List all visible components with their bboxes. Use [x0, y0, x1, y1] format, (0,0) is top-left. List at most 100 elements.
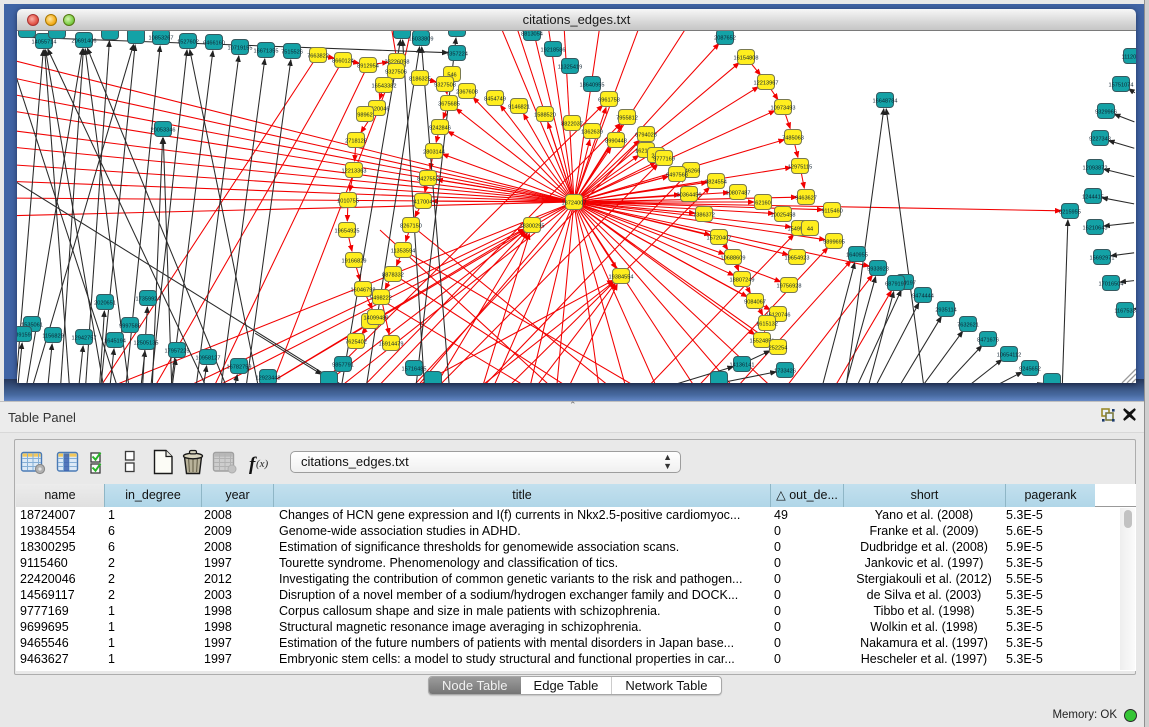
svg-text:2367608: 2367608: [456, 90, 478, 96]
svg-text:11353594: 11353594: [391, 249, 415, 255]
svg-text:12942757: 12942757: [72, 336, 97, 342]
svg-text:9474444: 9474444: [912, 294, 934, 300]
svg-text:(x): (x): [256, 458, 269, 470]
svg-text:18724007: 18724007: [562, 201, 587, 207]
svg-text:10973493: 10973493: [771, 106, 796, 112]
svg-text:16210643: 16210643: [1083, 226, 1108, 232]
svg-text:8471676: 8471676: [977, 338, 999, 344]
svg-text:1244415: 1244415: [1082, 195, 1104, 201]
svg-text:1588520: 1588520: [534, 113, 556, 119]
svg-text:19166829: 19166829: [342, 259, 367, 265]
svg-text:98962: 98962: [357, 113, 373, 119]
svg-text:1156829: 1156829: [42, 334, 63, 340]
svg-text:17359924: 17359924: [136, 297, 161, 303]
svg-text:14055714: 14055714: [32, 40, 57, 46]
svg-text:8427552: 8427552: [417, 177, 439, 183]
svg-text:5933923: 5933923: [867, 267, 889, 273]
svg-text:12213967: 12213967: [754, 81, 779, 87]
svg-text:1733426: 1733426: [774, 369, 796, 375]
svg-text:18300295: 18300295: [520, 224, 545, 230]
svg-text:2087652: 2087652: [714, 36, 736, 42]
svg-text:3824554: 3824554: [705, 180, 727, 186]
svg-text:1645194: 1645194: [104, 339, 126, 345]
svg-text:11325419: 11325419: [558, 65, 582, 71]
svg-text:39159: 39159: [17, 333, 31, 339]
svg-text:12213363: 12213363: [342, 169, 367, 175]
svg-text:5498222: 5498222: [370, 296, 392, 302]
svg-text:1362639: 1362639: [581, 130, 603, 136]
svg-text:19384554: 19384554: [609, 275, 634, 281]
svg-text:7632621: 7632621: [957, 323, 979, 329]
svg-text:9242846: 9242846: [429, 126, 451, 132]
svg-text:10807487: 10807487: [726, 191, 751, 197]
svg-text:16648784: 16648784: [873, 99, 898, 105]
svg-text:8267150: 8267150: [400, 224, 422, 230]
svg-text:10025458: 10025458: [771, 213, 796, 219]
svg-text:7485063: 7485063: [782, 136, 804, 142]
svg-text:252254: 252254: [769, 346, 788, 352]
svg-text:417004: 417004: [414, 200, 433, 206]
svg-text:8660124: 8660124: [332, 59, 354, 65]
svg-text:12093872: 12093872: [1083, 166, 1108, 172]
svg-text:7955812: 7955812: [616, 116, 638, 122]
svg-text:62160: 62160: [755, 201, 771, 207]
svg-text:7663822: 7663822: [307, 54, 329, 60]
svg-text:14136141: 14136141: [730, 363, 755, 369]
svg-text:9146821: 9146821: [508, 105, 530, 111]
svg-text:9463627: 9463627: [795, 196, 817, 202]
svg-text:15692971: 15692971: [1090, 256, 1115, 262]
svg-text:2020651: 2020651: [94, 301, 116, 307]
svg-text:10958127: 10958127: [196, 356, 221, 362]
svg-text:17957225: 17957225: [165, 349, 190, 355]
svg-text:17016504: 17016504: [1099, 282, 1124, 288]
svg-text:9084067: 9084067: [744, 300, 766, 306]
svg-text:15720407: 15720407: [707, 236, 732, 242]
svg-text:2718126: 2718126: [345, 139, 367, 145]
svg-text:1112047: 1112047: [1122, 55, 1136, 61]
svg-text:8215955: 8215955: [1059, 210, 1081, 216]
svg-text:9115460: 9115460: [821, 209, 842, 215]
svg-text:1010755: 1010755: [337, 199, 359, 205]
svg-text:1527602: 1527602: [177, 40, 199, 46]
svg-text:15751074: 15751074: [1109, 83, 1134, 89]
svg-text:6497568: 6497568: [666, 173, 688, 179]
svg-text:18807249: 18807249: [730, 278, 755, 284]
svg-text:8813054: 8813054: [521, 32, 543, 38]
svg-text:1615132: 1615132: [756, 322, 778, 328]
svg-text:9327508: 9327508: [434, 83, 456, 89]
svg-text:8990448: 8990448: [605, 139, 627, 145]
svg-text:16543382: 16543382: [372, 84, 397, 90]
svg-text:7357224: 7357224: [446, 52, 468, 58]
svg-text:7515526: 7515526: [281, 50, 303, 56]
svg-text:16782759: 16782759: [227, 365, 252, 371]
svg-text:9997586: 9997586: [119, 324, 141, 330]
svg-text:8454749: 8454749: [484, 97, 506, 103]
svg-text:9899695: 9899695: [823, 240, 845, 246]
svg-text:10853267: 10853267: [149, 36, 174, 42]
svg-text:6961758: 6961758: [598, 98, 620, 104]
svg-text:9245652: 9245652: [1019, 367, 1041, 373]
svg-text:6466160: 6466160: [203, 41, 225, 47]
svg-text:2935114: 2935114: [935, 308, 956, 314]
svg-text:1167533: 1167533: [1114, 309, 1135, 315]
svg-text:16154808: 16154808: [734, 56, 759, 62]
svg-text:10688609: 10688609: [721, 256, 746, 262]
svg-text:8878332: 8878332: [382, 273, 404, 279]
svg-text:9777169: 9777169: [653, 157, 675, 163]
svg-text:12505135: 12505135: [134, 341, 159, 347]
svg-text:9327506: 9327506: [385, 70, 407, 76]
svg-text:8822037: 8822037: [561, 122, 583, 128]
svg-text:19756928: 19756928: [777, 284, 802, 290]
svg-text:2803144: 2803144: [423, 150, 445, 156]
svg-text:7625402: 7625402: [345, 340, 367, 346]
svg-text:16046798: 16046798: [351, 288, 376, 294]
svg-text:12923448: 12923448: [256, 376, 281, 382]
svg-text:16671355: 16671355: [254, 49, 279, 55]
svg-text:20053346: 20053346: [151, 128, 176, 134]
svg-text:44: 44: [807, 227, 813, 233]
svg-text:20691406: 20691406: [72, 39, 97, 45]
svg-text:12975115: 12975115: [788, 165, 812, 171]
svg-text:9329966: 9329966: [1095, 110, 1117, 116]
svg-text:9227343: 9227343: [1089, 137, 1111, 143]
svg-text:1640955: 1640955: [846, 253, 868, 259]
